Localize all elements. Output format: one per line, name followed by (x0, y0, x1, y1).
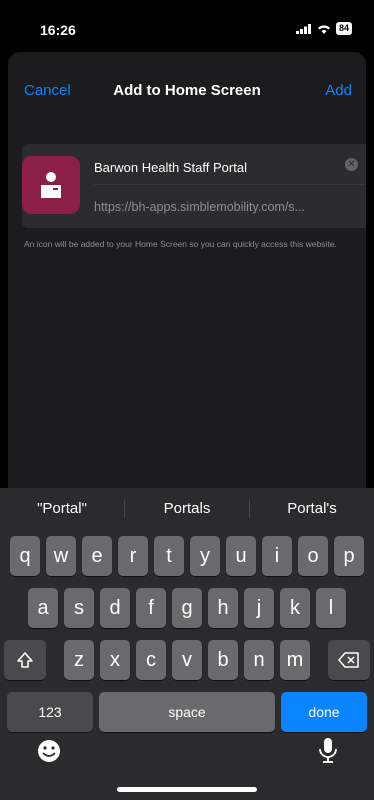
key-row-1: q w e r t y u i o p (0, 536, 374, 576)
key-l[interactable]: l (316, 588, 346, 628)
key-n[interactable]: n (244, 640, 274, 680)
key-y[interactable]: y (190, 536, 220, 576)
emoji-button[interactable] (36, 738, 62, 769)
backspace-key[interactable] (328, 640, 370, 680)
shift-icon (17, 652, 33, 668)
wifi-icon (317, 25, 330, 34)
key-u[interactable]: u (226, 536, 256, 576)
key-p[interactable]: p (334, 536, 364, 576)
staff-badge-icon (41, 172, 61, 198)
done-key[interactable]: done (281, 692, 367, 732)
app-info-card: Barwon Health Staff Portal ✕ https://bh-… (22, 144, 366, 228)
key-k[interactable]: k (280, 588, 310, 628)
space-key[interactable]: space (99, 692, 275, 732)
suggestion-item[interactable]: Portals (125, 488, 249, 530)
key-c[interactable]: c (136, 640, 166, 680)
key-x[interactable]: x (100, 640, 130, 680)
keyboard: "Portal" Portals Portal's q w e r t y u … (0, 488, 374, 800)
hint-text: An icon will be added to your Home Scree… (24, 239, 337, 249)
key-o[interactable]: o (298, 536, 328, 576)
signal-icon (295, 23, 311, 34)
key-m[interactable]: m (280, 640, 310, 680)
key-d[interactable]: d (100, 588, 130, 628)
key-a[interactable]: a (28, 588, 58, 628)
status-bar: 16:26 84 (0, 0, 374, 52)
emoji-icon (38, 740, 60, 762)
status-icons: 84 (295, 22, 352, 35)
key-row-4: 123 space done (0, 692, 374, 732)
key-e[interactable]: e (82, 536, 112, 576)
home-indicator[interactable] (117, 787, 257, 792)
key-r[interactable]: r (118, 536, 148, 576)
key-s[interactable]: s (64, 588, 94, 628)
key-z[interactable]: z (64, 640, 94, 680)
add-button[interactable]: Add (325, 82, 352, 99)
key-b[interactable]: b (208, 640, 238, 680)
key-f[interactable]: f (136, 588, 166, 628)
key-g[interactable]: g (172, 588, 202, 628)
suggestion-item[interactable]: "Portal" (0, 488, 124, 530)
key-h[interactable]: h (208, 588, 238, 628)
cancel-button[interactable]: Cancel (24, 82, 71, 99)
numbers-key[interactable]: 123 (7, 692, 93, 732)
app-url: https://bh-apps.simblemobility.com/s... (94, 200, 305, 214)
key-v[interactable]: v (172, 640, 202, 680)
key-q[interactable]: q (10, 536, 40, 576)
key-w[interactable]: w (46, 536, 76, 576)
battery-icon: 84 (335, 22, 352, 35)
clear-text-button[interactable]: ✕ (345, 158, 358, 171)
status-time: 16:26 (40, 22, 76, 38)
dictation-button[interactable] (318, 736, 338, 771)
key-t[interactable]: t (154, 536, 184, 576)
backspace-icon (338, 652, 359, 668)
app-name-input[interactable]: Barwon Health Staff Portal (94, 160, 247, 175)
app-icon (22, 156, 80, 214)
key-row-3: z x c v b n m (0, 640, 374, 680)
key-i[interactable]: i (262, 536, 292, 576)
divider (94, 184, 366, 185)
key-row-2: a s d f g h j k l (0, 588, 374, 628)
key-j[interactable]: j (244, 588, 274, 628)
suggestion-item[interactable]: Portal's (250, 488, 374, 530)
suggestion-bar: "Portal" Portals Portal's (0, 488, 374, 530)
nav-bar: Add to Home Screen Cancel Add (8, 82, 366, 106)
shift-key[interactable] (4, 640, 46, 680)
microphone-icon (319, 738, 337, 763)
keyboard-bottom-bar (0, 736, 374, 770)
